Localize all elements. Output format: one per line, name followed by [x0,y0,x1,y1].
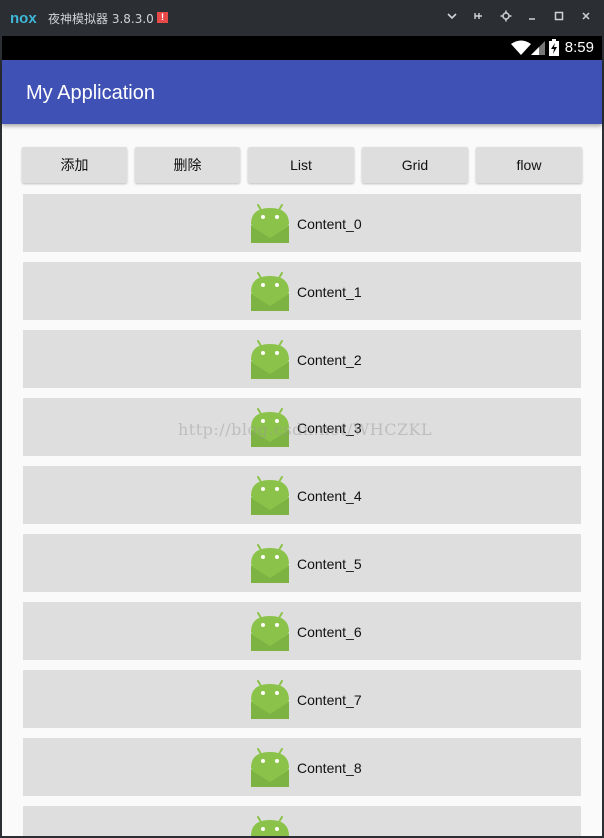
list-item[interactable]: Content_7 [23,670,581,728]
list-item[interactable]: Content_1 [23,262,581,320]
list-item[interactable]: Content_0 [23,194,581,252]
battery-icon [549,39,559,56]
android-icon [250,204,290,249]
emulator-title: 夜神模拟器 3.8.3.0 [48,12,154,26]
add-button[interactable]: 添加 [22,147,127,183]
watermark: http://blog.csdn.net/WHCZKL [178,420,433,439]
android-icon [250,680,290,725]
list-item[interactable] [23,806,581,836]
list-item-label: Content_8 [297,760,362,776]
list-item[interactable]: Content_8 [23,738,581,796]
status-time: 8:59 [564,39,594,56]
android-status-bar: 8:59 [2,36,602,60]
flow-button[interactable]: flow [476,147,582,183]
close-icon[interactable] [578,10,594,26]
nox-logo-icon: nox [10,10,37,27]
pin-icon[interactable] [470,10,486,26]
android-icon [250,272,290,317]
android-icon [250,612,290,657]
delete-button[interactable]: 删除 [135,147,240,183]
list-item[interactable]: Content_5 [23,534,581,592]
list-item-label: Content_1 [297,284,362,300]
grid-button[interactable]: Grid [362,147,468,183]
android-icon [250,816,290,836]
android-icon [250,476,290,521]
chevron-down-icon[interactable] [444,10,460,26]
svg-text:nox: nox [10,10,37,27]
list-item-label: Content_4 [297,488,362,504]
app-content: 添加 删除 List Grid flow Content_0 Content_1… [2,124,602,836]
list-item-label: Content_0 [297,216,362,232]
list-item[interactable]: Content_4 [23,466,581,524]
warning-badge[interactable]: ! [157,12,168,23]
list-item-label: Content_5 [297,556,362,572]
app-title: My Application [26,82,155,104]
list-item-label: Content_6 [297,624,362,640]
list-item[interactable]: Content_6 [23,602,581,660]
list-button[interactable]: List [248,147,354,183]
list-item[interactable]: Content_2 [23,330,581,388]
emulator-titlebar: nox 夜神模拟器 3.8.3.0 ! [0,0,604,36]
android-icon [250,748,290,793]
list-item-label: Content_2 [297,352,362,368]
minimize-icon[interactable] [524,10,540,26]
android-icon [250,544,290,589]
maximize-icon[interactable] [551,10,567,26]
android-icon [250,340,290,385]
wifi-icon [511,40,531,55]
list-item-label: Content_7 [297,692,362,708]
gear-icon[interactable] [498,10,514,26]
signal-icon [531,41,545,55]
app-bar: My Application [2,60,602,124]
